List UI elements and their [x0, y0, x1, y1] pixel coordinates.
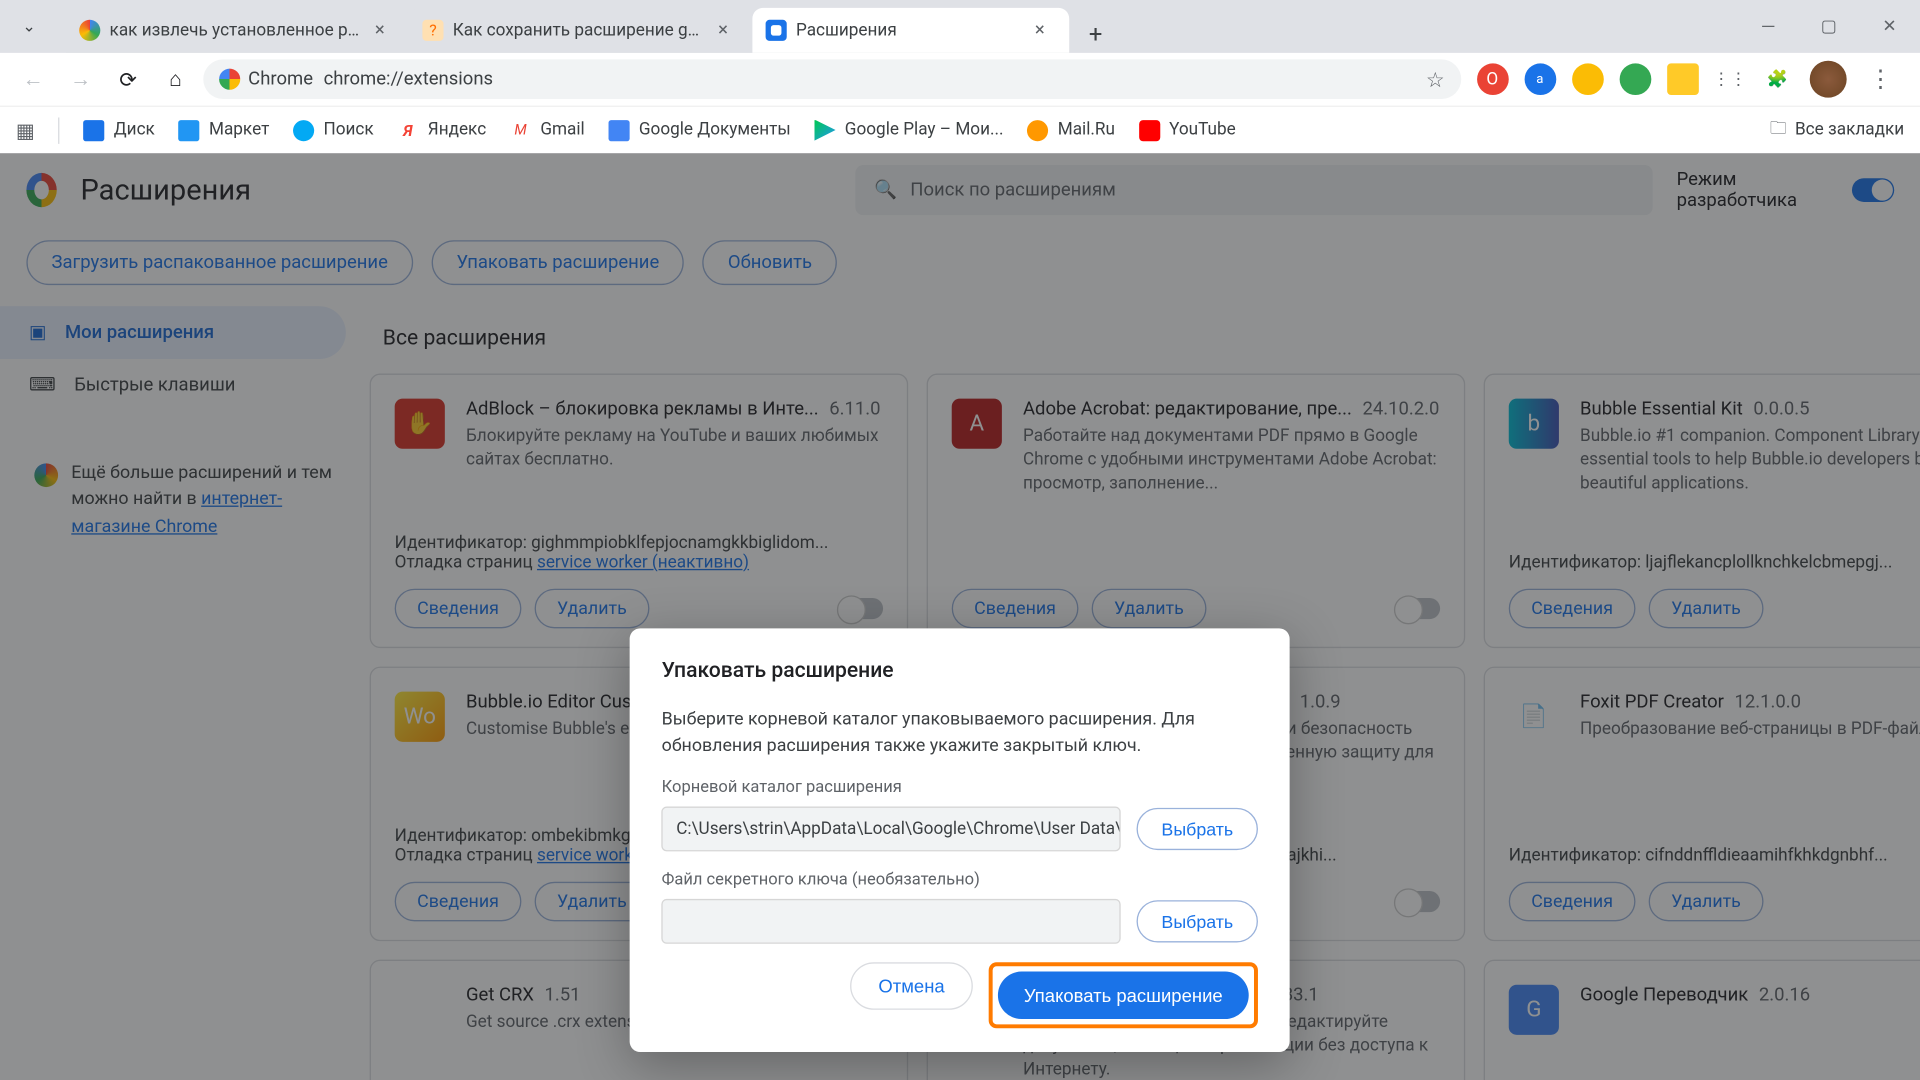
root-dir-browse-button[interactable]: Выбрать — [1136, 808, 1258, 850]
profile-avatar[interactable] — [1809, 61, 1846, 98]
root-dir-input[interactable]: C:\Users\strin\AppData\Local\Google\Chro… — [662, 807, 1121, 852]
star-icon[interactable]: ☆ — [1426, 67, 1445, 92]
site-identity[interactable]: Chrome — [219, 69, 313, 90]
ext-icon-2[interactable]: a — [1524, 63, 1556, 95]
tab-title-0: как извлечь установленное ра... — [110, 20, 366, 40]
root-dir-label: Корневой каталог расширения — [662, 778, 1259, 798]
bookmark-youtube[interactable]: YouTube — [1139, 119, 1236, 140]
modal-description: Выберите корневой каталог упаковываемого… — [662, 706, 1259, 759]
chrome-menu-icon[interactable]: ⋮ — [1862, 65, 1899, 93]
ext-icon-3[interactable] — [1572, 63, 1604, 95]
chrome-icon — [219, 69, 240, 90]
pack-extension-dialog: Упаковать расширение Выберите корневой к… — [630, 628, 1290, 1052]
tab-close-icon-0[interactable]: × — [375, 20, 396, 41]
tab-dropdown-icon[interactable]: ⌄ — [11, 8, 48, 45]
key-file-browse-button[interactable]: Выбрать — [1136, 901, 1258, 943]
bookmark-market[interactable]: Маркет — [179, 119, 270, 140]
window-close-icon[interactable]: ✕ — [1859, 0, 1920, 53]
new-tab-button[interactable]: + — [1077, 16, 1114, 53]
extensions-icon[interactable]: 🧩 — [1762, 63, 1794, 95]
url-text: chrome://extensions — [324, 69, 494, 90]
tab-favicon-2 — [766, 20, 787, 41]
tab-title-2: Расширения — [796, 20, 1026, 40]
window-maximize-icon[interactable]: ▢ — [1799, 0, 1860, 53]
ext-icon-4[interactable] — [1619, 63, 1651, 95]
nav-forward-icon[interactable]: → — [61, 59, 101, 99]
bookmark-disk[interactable]: Диск — [83, 119, 154, 140]
bookmark-docs[interactable]: Google Документы — [608, 119, 790, 140]
address-bar[interactable]: Chrome chrome://extensions ☆ — [203, 59, 1460, 99]
modal-cancel-button[interactable]: Отмена — [851, 963, 973, 1011]
nav-home-icon[interactable]: ⌂ — [156, 59, 196, 99]
tab-close-icon-2[interactable]: × — [1035, 20, 1056, 41]
apps-icon[interactable]: ▦ — [16, 118, 35, 142]
key-file-input[interactable] — [662, 899, 1121, 944]
window-minimize-icon[interactable]: ─ — [1738, 0, 1799, 53]
nav-reload-icon[interactable]: ⟳ — [108, 59, 148, 99]
bookmark-gmail[interactable]: MGmail — [510, 119, 585, 140]
browser-label: Chrome — [248, 69, 313, 90]
tab-close-icon-1[interactable]: × — [718, 20, 739, 41]
modal-title: Упаковать расширение — [662, 657, 1259, 682]
browser-toolbar: ← → ⟳ ⌂ Chrome chrome://extensions ☆ O a… — [0, 53, 1920, 106]
tab-strip: как извлечь установленное ра... × ? Как … — [66, 0, 1114, 53]
divider — [58, 117, 59, 143]
ext-icon-6[interactable]: ⋮⋮ — [1714, 63, 1746, 95]
bookmark-mailru[interactable]: Mail.Ru — [1027, 119, 1115, 140]
browser-tab-0[interactable]: как извлечь установленное ра... × — [66, 8, 409, 53]
modal-pack-button[interactable]: Упаковать расширение — [997, 972, 1249, 1020]
window-title-bar: ⌄ как извлечь установленное ра... × ? Ка… — [0, 0, 1920, 53]
tab-favicon-1: ? — [422, 20, 443, 41]
bookmark-bar: ▦ Диск Маркет Поиск ЯЯндекс MGmail Googl… — [0, 106, 1920, 154]
all-bookmarks-button[interactable]: 🗀Все закладки — [1770, 116, 1904, 145]
bookmark-yandex[interactable]: ЯЯндекс — [397, 119, 486, 140]
highlight-annotation: Упаковать расширение — [988, 963, 1258, 1029]
browser-tab-2[interactable]: Расширения × — [752, 8, 1069, 53]
modal-overlay: Упаковать расширение Выберите корневой к… — [0, 153, 1920, 1080]
tab-title-1: Как сохранить расширение go... — [453, 20, 709, 40]
page-content: Расширения 🔍 Поиск по расширениям Режим … — [0, 153, 1920, 1080]
ext-icon-5[interactable] — [1667, 63, 1699, 95]
bookmark-play[interactable]: Google Play – Мои... — [814, 119, 1003, 140]
browser-tab-1[interactable]: ? Как сохранить расширение go... × — [409, 8, 752, 53]
ext-icon-1[interactable]: O — [1476, 63, 1508, 95]
key-file-label: Файл секретного ключа (необязательно) — [662, 870, 1259, 890]
tab-favicon-0 — [79, 20, 100, 41]
bookmark-search[interactable]: Поиск — [293, 119, 374, 140]
nav-back-icon[interactable]: ← — [13, 59, 53, 99]
